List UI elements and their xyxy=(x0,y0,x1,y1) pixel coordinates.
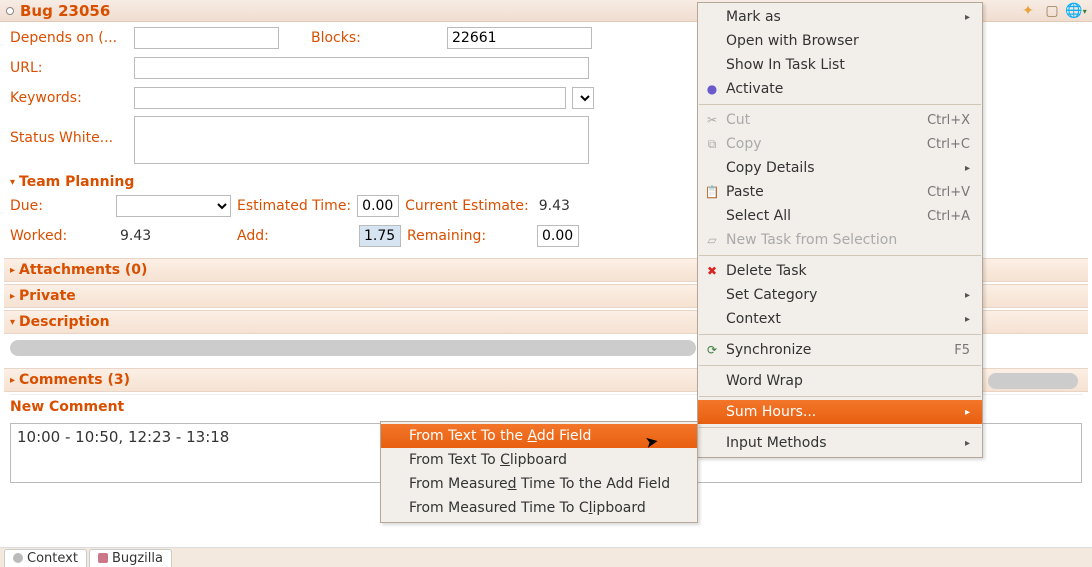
triangle-right-icon xyxy=(10,375,15,386)
triangle-right-icon xyxy=(10,291,15,302)
menu-mark-as[interactable]: Mark as▸ xyxy=(698,5,982,29)
bugzilla-tab-icon xyxy=(98,553,108,563)
url-input[interactable] xyxy=(134,57,589,79)
chevron-right-icon: ▸ xyxy=(935,314,970,325)
title-text: Bug 23056 xyxy=(20,2,110,20)
paste-icon: 📋 xyxy=(704,184,720,200)
team-planning-label: Team Planning xyxy=(19,174,134,190)
keywords-input[interactable] xyxy=(134,87,566,109)
menu-copy[interactable]: ⧉CopyCtrl+C xyxy=(698,132,982,156)
current-estimate-value: 9.43 xyxy=(535,198,570,214)
current-estimate-label: Current Estimate: xyxy=(405,198,529,214)
menu-separator xyxy=(699,334,981,335)
menu-open-browser[interactable]: Open with Browser xyxy=(698,29,982,53)
submenu-from-text-add[interactable]: From Text To the Add Field xyxy=(381,424,697,448)
keywords-label: Keywords: xyxy=(10,90,128,106)
depends-on-input[interactable] xyxy=(134,27,279,49)
menu-separator xyxy=(699,255,981,256)
redacted-text-right xyxy=(988,373,1078,389)
delete-icon: ✖ xyxy=(704,263,720,279)
new-task-icon: ▱ xyxy=(704,232,720,248)
activate-icon: ● xyxy=(704,81,720,97)
title-bullet-icon xyxy=(6,7,14,15)
url-label: URL: xyxy=(10,60,128,76)
add-input[interactable] xyxy=(359,225,401,247)
chevron-right-icon: ▸ xyxy=(935,438,970,449)
comment-text: 10:00 - 10:50, 12:23 - 13:18 xyxy=(17,428,229,446)
due-label: Due: xyxy=(10,198,110,214)
submenu-from-text-clipboard[interactable]: From Text To Clipboard xyxy=(381,448,697,472)
remaining-label: Remaining: xyxy=(407,228,531,244)
submenu-from-measured-clipboard[interactable]: From Measured Time To Clipboard xyxy=(381,496,697,520)
cut-icon: ✂ xyxy=(704,112,720,128)
worked-value: 9.43 xyxy=(116,228,231,244)
triangle-right-icon xyxy=(10,265,15,276)
bottom-tabs: Context Bugzilla xyxy=(0,547,1092,567)
comments-label: Comments (3) xyxy=(19,372,130,388)
sync-icon: ⟳ xyxy=(704,342,720,358)
sync-icon[interactable]: ✦ xyxy=(1020,3,1036,19)
private-label: Private xyxy=(19,288,76,304)
tab-bugzilla-label: Bugzilla xyxy=(112,551,163,566)
menu-word-wrap[interactable]: Word Wrap xyxy=(698,369,982,393)
triangle-down-icon xyxy=(10,177,15,188)
worked-label: Worked: xyxy=(10,228,110,244)
triangle-down-icon xyxy=(10,317,15,328)
copy-icon: ⧉ xyxy=(704,136,720,152)
menu-new-task[interactable]: ▱New Task from Selection xyxy=(698,228,982,252)
menu-show-task-list[interactable]: Show In Task List xyxy=(698,53,982,77)
globe-icon[interactable]: 🌐▾ xyxy=(1068,3,1084,19)
menu-separator xyxy=(699,104,981,105)
chevron-right-icon: ▸ xyxy=(935,290,970,301)
menu-select-all[interactable]: Select AllCtrl+A xyxy=(698,204,982,228)
menu-paste[interactable]: 📋PasteCtrl+V xyxy=(698,180,982,204)
menu-context[interactable]: Context▸ xyxy=(698,307,982,331)
remaining-input[interactable] xyxy=(537,225,579,247)
tab-context-label: Context xyxy=(27,551,78,566)
depends-on-label: Depends on (... xyxy=(10,30,128,46)
blocks-label: Blocks: xyxy=(311,30,441,46)
add-label: Add: xyxy=(237,228,353,244)
context-tab-icon xyxy=(13,553,23,563)
context-menu: Mark as▸ Open with Browser Show In Task … xyxy=(697,2,983,458)
estimated-input[interactable] xyxy=(357,195,399,217)
menu-separator xyxy=(699,427,981,428)
status-white-textarea[interactable] xyxy=(134,116,589,164)
menu-set-category[interactable]: Set Category▸ xyxy=(698,283,982,307)
chevron-right-icon: ▸ xyxy=(935,163,970,174)
attachments-label: Attachments (0) xyxy=(19,262,147,278)
sum-hours-submenu: From Text To the Add Field From Text To … xyxy=(380,421,698,523)
tab-context[interactable]: Context xyxy=(4,549,87,567)
toolbar-icons: ✦ ▢ 🌐▾ xyxy=(1020,3,1084,19)
description-label: Description xyxy=(19,314,110,330)
menu-sum-hours[interactable]: Sum Hours...▸ xyxy=(698,400,982,424)
due-select[interactable] xyxy=(116,195,231,217)
menu-cut[interactable]: ✂CutCtrl+X xyxy=(698,108,982,132)
estimated-label: Estimated Time: xyxy=(237,198,351,214)
menu-synchronize[interactable]: ⟳SynchronizeF5 xyxy=(698,338,982,362)
menu-activate[interactable]: ●Activate xyxy=(698,77,982,101)
blocks-input[interactable] xyxy=(447,27,592,49)
menu-separator xyxy=(699,365,981,366)
keywords-dropdown[interactable] xyxy=(572,87,594,109)
redacted-text xyxy=(10,340,696,356)
tab-bugzilla[interactable]: Bugzilla xyxy=(89,549,172,567)
menu-copy-details[interactable]: Copy Details▸ xyxy=(698,156,982,180)
menu-delete-task[interactable]: ✖Delete Task xyxy=(698,259,982,283)
box-icon[interactable]: ▢ xyxy=(1044,3,1060,19)
chevron-right-icon: ▸ xyxy=(935,407,970,418)
menu-separator xyxy=(699,396,981,397)
chevron-right-icon: ▸ xyxy=(935,12,970,23)
menu-input-methods[interactable]: Input Methods▸ xyxy=(698,431,982,455)
status-white-label: Status White... xyxy=(10,116,128,146)
submenu-from-measured-add[interactable]: From Measured Time To the Add Field xyxy=(381,472,697,496)
